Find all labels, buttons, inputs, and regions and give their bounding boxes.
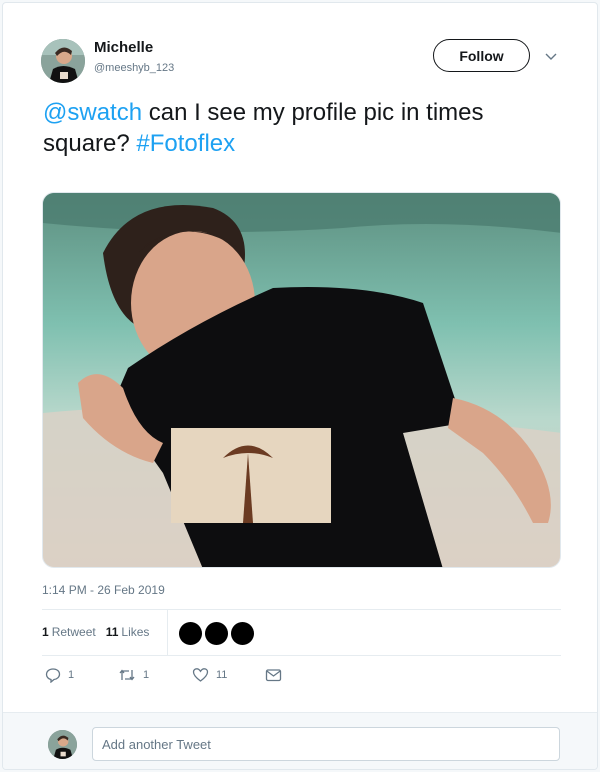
current-user-avatar xyxy=(48,730,77,759)
tweet-photo[interactable] xyxy=(42,192,561,568)
likes-stat[interactable]: 11 Likes xyxy=(106,625,150,639)
reply-input[interactable] xyxy=(92,727,560,761)
tweet-card: Michelle @meeshyb_123 Follow @swatch can… xyxy=(2,2,598,770)
envelope-icon xyxy=(265,669,282,682)
reply-footer xyxy=(3,712,597,769)
stats-separator xyxy=(167,610,168,655)
likes-stat-count: 11 xyxy=(105,625,119,639)
likes-stat-label: Likes xyxy=(121,625,150,639)
tweet-text: @swatch can I see my profile pic in time… xyxy=(43,97,563,159)
liker-avatar[interactable] xyxy=(205,622,228,645)
retweet-icon xyxy=(119,669,135,681)
tweet-actions: 1 1 11 xyxy=(45,667,345,687)
chevron-down-icon[interactable] xyxy=(543,48,559,64)
follow-button[interactable]: Follow xyxy=(433,39,530,72)
retweet-stat-label: Retweet xyxy=(51,625,96,639)
like-count: 11 xyxy=(216,669,228,681)
liker-avatar[interactable] xyxy=(231,622,254,645)
mention-link[interactable]: @swatch xyxy=(43,99,142,126)
reply-count: 1 xyxy=(68,669,75,681)
author-handle[interactable]: @meeshyb_123 xyxy=(94,62,174,74)
tweet-timestamp[interactable]: 1:14 PM - 26 Feb 2019 xyxy=(42,583,165,597)
hashtag-link[interactable]: #Fotoflex xyxy=(136,130,235,157)
liker-avatar[interactable] xyxy=(179,622,202,645)
heart-icon xyxy=(192,668,209,682)
divider xyxy=(42,609,561,610)
reply-icon xyxy=(45,668,61,683)
author-name[interactable]: Michelle xyxy=(94,39,153,56)
liker-avatars xyxy=(179,622,254,645)
retweet-count: 1 xyxy=(143,669,150,681)
dm-action[interactable] xyxy=(265,667,282,683)
retweet-action[interactable]: 1 xyxy=(118,667,149,683)
reply-action[interactable]: 1 xyxy=(45,667,74,683)
retweet-stat-count: 1 xyxy=(42,625,49,639)
engagement-stats: 1 Retweet 11 Likes xyxy=(42,625,149,639)
divider xyxy=(42,655,561,656)
retweet-stat[interactable]: 1 Retweet xyxy=(42,625,96,639)
like-action[interactable]: 11 xyxy=(192,667,227,683)
author-avatar[interactable] xyxy=(41,39,85,83)
